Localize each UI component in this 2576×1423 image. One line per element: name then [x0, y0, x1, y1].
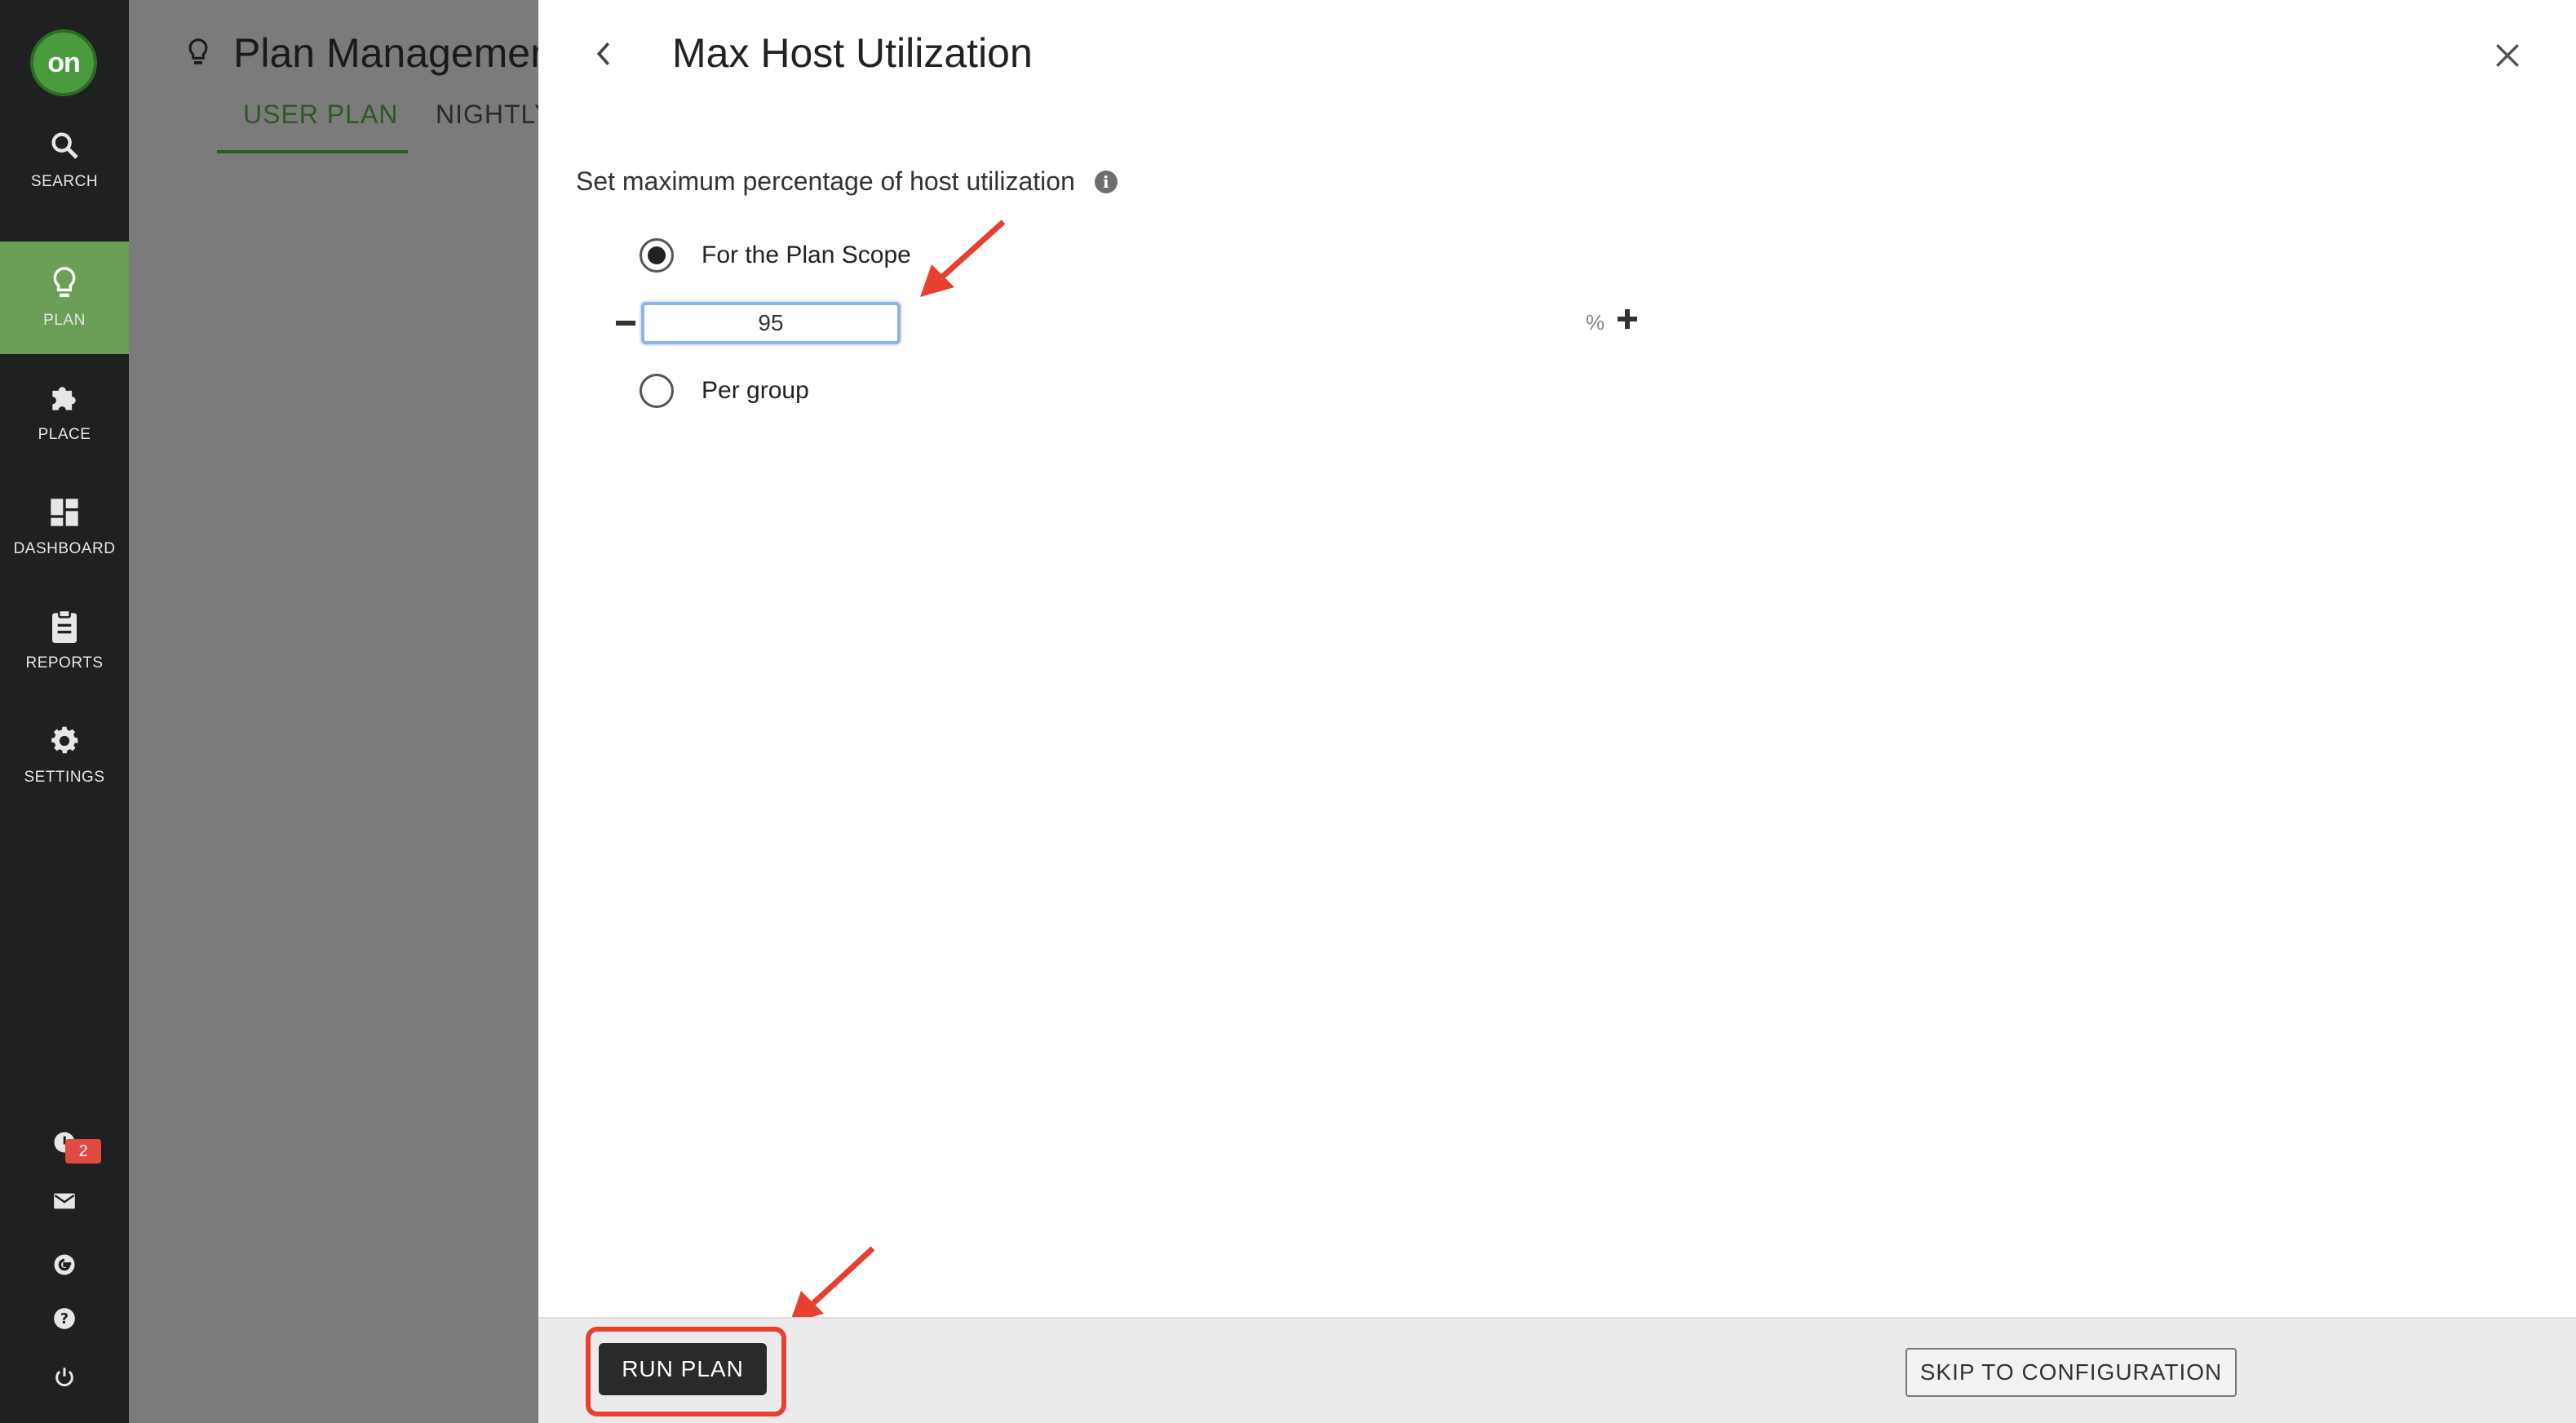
back-button[interactable]	[587, 36, 620, 72]
sidebar-item-label: DASHBOARD	[13, 540, 116, 557]
panel-footer: RUN PLAN SKIP TO CONFIGURATION	[538, 1317, 2576, 1423]
radio-plan-scope[interactable]: For the Plan Scope	[640, 238, 911, 273]
svg-text:?: ?	[60, 1311, 69, 1328]
sidebar-item-plan[interactable]: PLAN	[0, 242, 129, 354]
active-tab-underline	[217, 150, 408, 153]
radio-button-unchecked[interactable]	[640, 374, 674, 408]
max-host-utilization-panel: Max Host Utilization Set maximum percent…	[538, 0, 2576, 1423]
sidebar-item-label: PLAN	[43, 312, 86, 329]
radio-label: Per group	[702, 377, 809, 404]
sidebar-item-label: SEARCH	[30, 173, 99, 190]
page-title-text: Plan Managemen	[233, 30, 538, 76]
logo-text: on	[47, 47, 81, 78]
radio-per-group[interactable]: Per group	[640, 374, 809, 408]
power-icon[interactable]	[48, 1361, 81, 1394]
tab-user-plan[interactable]: USER PLAN	[243, 100, 398, 130]
sidebar-item-settings[interactable]: SETTINGS	[0, 698, 129, 811]
lightbulb-icon	[186, 33, 219, 73]
utilization-value-input[interactable]	[641, 302, 901, 344]
gear-icon	[46, 723, 82, 759]
increment-button[interactable]	[1615, 307, 1640, 331]
utilization-section-label: Set maximum percentage of host utilizati…	[576, 166, 1118, 197]
clipboard-icon	[46, 609, 82, 645]
puzzle-icon	[46, 380, 82, 416]
sidebar-item-dashboard[interactable]: DASHBOARD	[0, 470, 129, 583]
radio-label: For the Plan Scope	[702, 242, 911, 268]
annotation-arrow-input	[920, 219, 1006, 297]
info-icon[interactable]: i	[1094, 170, 1118, 193]
background-page-overlay: Plan Managemen USER PLAN NIGHTLY	[129, 0, 538, 1423]
decrement-button[interactable]	[613, 313, 638, 333]
google-icon[interactable]	[48, 1248, 81, 1281]
sidebar-item-label: REPORTS	[25, 654, 104, 672]
percent-unit: %	[1586, 310, 1605, 335]
notification-badge: 2	[65, 1139, 101, 1164]
section-label-text: Set maximum percentage of host utilizati…	[576, 166, 1075, 196]
panel-title: Max Host Utilization	[672, 30, 1033, 76]
sidebar-item-label: SETTINGS	[24, 769, 105, 786]
close-button[interactable]	[2485, 33, 2530, 78]
sidebar-item-place[interactable]: PLACE	[0, 356, 129, 468]
chevron-left-icon	[596, 42, 610, 65]
mail-icon[interactable]	[48, 1185, 81, 1217]
sidebar-item-reports[interactable]: REPORTS	[0, 584, 129, 697]
dashboard-icon	[46, 494, 82, 530]
help-icon[interactable]: ?	[48, 1302, 81, 1335]
skip-to-configuration-button[interactable]: SKIP TO CONFIGURATION	[1905, 1348, 2237, 1397]
sidebar-item-search[interactable]: SEARCH	[0, 103, 129, 215]
app-logo[interactable]: on	[30, 29, 97, 96]
lightbulb-icon	[46, 266, 82, 302]
background-page-title: Plan Managemen	[186, 29, 538, 77]
sidebar: on SEARCH PLAN PLACE DASHBOARD REPORTS S…	[0, 0, 129, 1423]
tab-nightly[interactable]: NIGHTLY	[436, 100, 538, 130]
close-icon	[2496, 44, 2519, 67]
sidebar-item-label: PLACE	[38, 426, 91, 443]
run-plan-button[interactable]: RUN PLAN	[599, 1343, 767, 1395]
search-icon	[46, 127, 82, 163]
radio-button-checked[interactable]	[640, 238, 674, 273]
